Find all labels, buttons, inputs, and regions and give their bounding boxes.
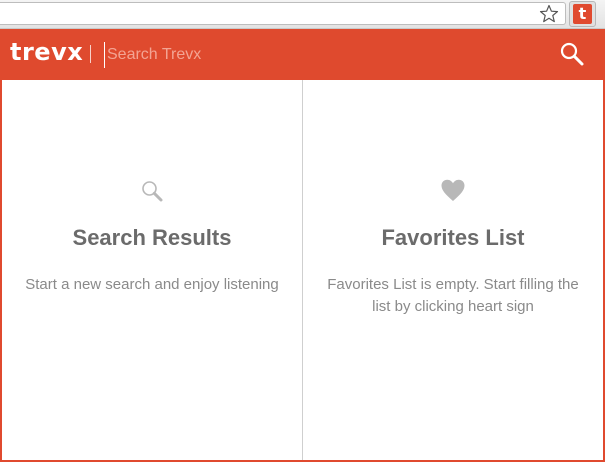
search-results-title: Search Results <box>72 225 232 250</box>
trevx-popup: trevx Search Results Start a new search … <box>0 29 605 462</box>
search-input[interactable] <box>104 42 527 68</box>
trevx-logo: trevx <box>10 38 84 66</box>
favorites-panel: Favorites List Favorites List is empty. … <box>303 80 603 460</box>
search-results-panel: Search Results Start a new search and en… <box>2 80 303 460</box>
trevx-extension-button[interactable]: t <box>569 1 596 27</box>
heart-icon <box>441 179 465 201</box>
favorites-title: Favorites List <box>381 225 525 250</box>
search-results-text: Start a new search and enjoy listening <box>25 276 279 293</box>
favorites-text: Favorites List is empty. Start filling t… <box>327 276 579 315</box>
browser-toolbar: t <box>0 0 605 29</box>
header-divider <box>90 45 91 63</box>
trevx-extension-icon: t <box>573 4 592 24</box>
magnifier-icon <box>142 181 163 202</box>
address-bar[interactable] <box>0 2 566 25</box>
star-icon[interactable] <box>539 4 559 24</box>
search-icon[interactable] <box>559 41 585 67</box>
header-bar: trevx <box>0 29 605 80</box>
